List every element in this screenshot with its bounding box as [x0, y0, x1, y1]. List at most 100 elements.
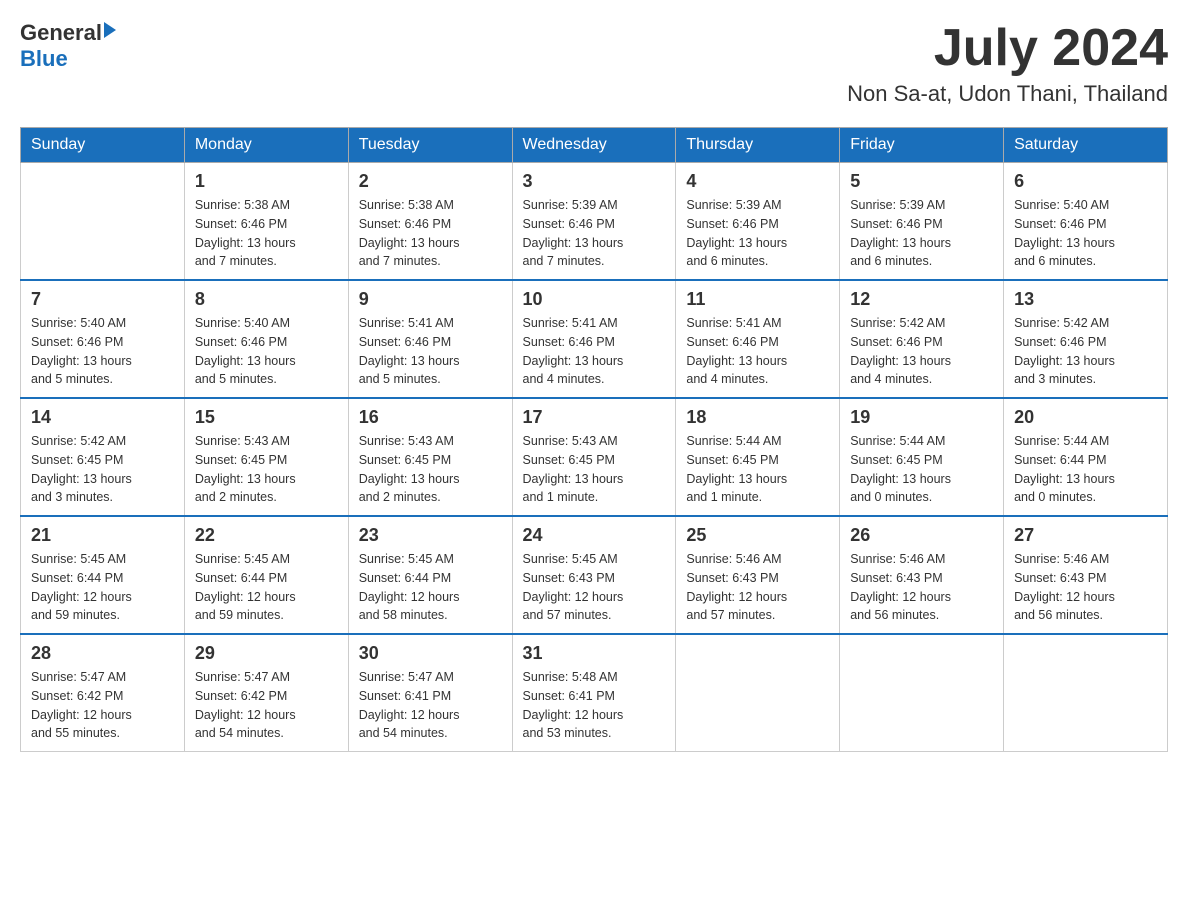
calendar-cell [676, 634, 840, 752]
weekday-header-row: SundayMondayTuesdayWednesdayThursdayFrid… [21, 128, 1168, 163]
day-info: Sunrise: 5:45 AM Sunset: 6:44 PM Dayligh… [195, 550, 338, 625]
day-info: Sunrise: 5:43 AM Sunset: 6:45 PM Dayligh… [359, 432, 502, 507]
week-row-3: 14 Sunrise: 5:42 AM Sunset: 6:45 PM Dayli… [21, 398, 1168, 516]
logo: General Blue [20, 20, 116, 72]
day-number: 20 [1014, 407, 1157, 428]
weekday-header-monday: Monday [184, 128, 348, 163]
day-number: 19 [850, 407, 993, 428]
calendar-cell: 12 Sunrise: 5:42 AM Sunset: 6:46 PM Dayli… [840, 280, 1004, 398]
calendar-cell [840, 634, 1004, 752]
day-number: 8 [195, 289, 338, 310]
calendar-cell: 31 Sunrise: 5:48 AM Sunset: 6:41 PM Dayli… [512, 634, 676, 752]
calendar-cell: 10Sunrise: 5:41 AM Sunset: 6:46 PM Dayli… [512, 280, 676, 398]
week-row-5: 28Sunrise: 5:47 AM Sunset: 6:42 PM Dayli… [21, 634, 1168, 752]
day-info: Sunrise: 5:44 AM Sunset: 6:45 PM Dayligh… [686, 432, 829, 507]
calendar-cell: 8 Sunrise: 5:40 AM Sunset: 6:46 PM Daylig… [184, 280, 348, 398]
day-number: 12 [850, 289, 993, 310]
day-info: Sunrise: 5:40 AM Sunset: 6:46 PM Dayligh… [1014, 196, 1157, 271]
calendar-cell: 19 Sunrise: 5:44 AM Sunset: 6:45 PM Dayli… [840, 398, 1004, 516]
week-row-4: 21 Sunrise: 5:45 AM Sunset: 6:44 PM Dayli… [21, 516, 1168, 634]
calendar-cell: 2 Sunrise: 5:38 AM Sunset: 6:46 PM Daylig… [348, 163, 512, 281]
calendar-cell: 17 Sunrise: 5:43 AM Sunset: 6:45 PM Dayli… [512, 398, 676, 516]
calendar-cell: 24Sunrise: 5:45 AM Sunset: 6:43 PM Dayli… [512, 516, 676, 634]
calendar-cell: 29 Sunrise: 5:47 AM Sunset: 6:42 PM Dayli… [184, 634, 348, 752]
day-number: 11 [686, 289, 829, 310]
calendar-cell: 27 Sunrise: 5:46 AM Sunset: 6:43 PM Dayli… [1004, 516, 1168, 634]
calendar-cell: 4 Sunrise: 5:39 AM Sunset: 6:46 PM Daylig… [676, 163, 840, 281]
day-number: 6 [1014, 171, 1157, 192]
logo-blue-text: Blue [20, 46, 68, 72]
day-number: 9 [359, 289, 502, 310]
calendar-cell: 5 Sunrise: 5:39 AM Sunset: 6:46 PM Daylig… [840, 163, 1004, 281]
week-row-2: 7 Sunrise: 5:40 AM Sunset: 6:46 PM Daylig… [21, 280, 1168, 398]
calendar-cell: 21 Sunrise: 5:45 AM Sunset: 6:44 PM Dayli… [21, 516, 185, 634]
day-number: 3 [523, 171, 666, 192]
day-info: Sunrise: 5:43 AM Sunset: 6:45 PM Dayligh… [523, 432, 666, 507]
weekday-header-tuesday: Tuesday [348, 128, 512, 163]
day-info: Sunrise: 5:46 AM Sunset: 6:43 PM Dayligh… [850, 550, 993, 625]
logo-general-text: General [20, 20, 102, 46]
day-info: Sunrise: 5:43 AM Sunset: 6:45 PM Dayligh… [195, 432, 338, 507]
day-number: 22 [195, 525, 338, 546]
day-number: 26 [850, 525, 993, 546]
day-info: Sunrise: 5:42 AM Sunset: 6:46 PM Dayligh… [1014, 314, 1157, 389]
day-number: 24 [523, 525, 666, 546]
calendar-cell: 16 Sunrise: 5:43 AM Sunset: 6:45 PM Dayli… [348, 398, 512, 516]
day-number: 21 [31, 525, 174, 546]
day-info: Sunrise: 5:38 AM Sunset: 6:46 PM Dayligh… [359, 196, 502, 271]
calendar-cell: 30Sunrise: 5:47 AM Sunset: 6:41 PM Dayli… [348, 634, 512, 752]
day-number: 2 [359, 171, 502, 192]
day-info: Sunrise: 5:44 AM Sunset: 6:45 PM Dayligh… [850, 432, 993, 507]
day-number: 29 [195, 643, 338, 664]
day-number: 27 [1014, 525, 1157, 546]
day-info: Sunrise: 5:40 AM Sunset: 6:46 PM Dayligh… [195, 314, 338, 389]
day-number: 23 [359, 525, 502, 546]
day-number: 25 [686, 525, 829, 546]
page-header: General Blue July 2024 Non Sa-at, Udon T… [20, 20, 1168, 107]
day-number: 14 [31, 407, 174, 428]
day-info: Sunrise: 5:46 AM Sunset: 6:43 PM Dayligh… [1014, 550, 1157, 625]
weekday-header-friday: Friday [840, 128, 1004, 163]
calendar-cell [21, 163, 185, 281]
day-info: Sunrise: 5:42 AM Sunset: 6:46 PM Dayligh… [850, 314, 993, 389]
day-number: 31 [523, 643, 666, 664]
calendar-cell: 18 Sunrise: 5:44 AM Sunset: 6:45 PM Dayli… [676, 398, 840, 516]
calendar-cell: 22 Sunrise: 5:45 AM Sunset: 6:44 PM Dayli… [184, 516, 348, 634]
day-info: Sunrise: 5:48 AM Sunset: 6:41 PM Dayligh… [523, 668, 666, 743]
day-number: 17 [523, 407, 666, 428]
calendar-cell: 3 Sunrise: 5:39 AM Sunset: 6:46 PM Daylig… [512, 163, 676, 281]
day-number: 13 [1014, 289, 1157, 310]
calendar-cell: 26 Sunrise: 5:46 AM Sunset: 6:43 PM Dayli… [840, 516, 1004, 634]
day-number: 15 [195, 407, 338, 428]
day-info: Sunrise: 5:41 AM Sunset: 6:46 PM Dayligh… [359, 314, 502, 389]
day-info: Sunrise: 5:39 AM Sunset: 6:46 PM Dayligh… [523, 196, 666, 271]
calendar-cell: 11 Sunrise: 5:41 AM Sunset: 6:46 PM Dayli… [676, 280, 840, 398]
week-row-1: 1Sunrise: 5:38 AM Sunset: 6:46 PM Daylig… [21, 163, 1168, 281]
day-info: Sunrise: 5:39 AM Sunset: 6:46 PM Dayligh… [850, 196, 993, 271]
calendar-cell [1004, 634, 1168, 752]
calendar-cell: 7Sunrise: 5:40 AM Sunset: 6:46 PM Daylig… [21, 280, 185, 398]
day-number: 4 [686, 171, 829, 192]
weekday-header-thursday: Thursday [676, 128, 840, 163]
calendar-cell: 14 Sunrise: 5:42 AM Sunset: 6:45 PM Dayli… [21, 398, 185, 516]
day-info: Sunrise: 5:47 AM Sunset: 6:42 PM Dayligh… [195, 668, 338, 743]
calendar-table: SundayMondayTuesdayWednesdayThursdayFrid… [20, 127, 1168, 752]
calendar-cell: 13 Sunrise: 5:42 AM Sunset: 6:46 PM Dayli… [1004, 280, 1168, 398]
day-number: 5 [850, 171, 993, 192]
day-info: Sunrise: 5:42 AM Sunset: 6:45 PM Dayligh… [31, 432, 174, 507]
day-info: Sunrise: 5:41 AM Sunset: 6:46 PM Dayligh… [523, 314, 666, 389]
calendar-cell: 28Sunrise: 5:47 AM Sunset: 6:42 PM Dayli… [21, 634, 185, 752]
day-info: Sunrise: 5:39 AM Sunset: 6:46 PM Dayligh… [686, 196, 829, 271]
calendar-cell: 15 Sunrise: 5:43 AM Sunset: 6:45 PM Dayli… [184, 398, 348, 516]
day-info: Sunrise: 5:38 AM Sunset: 6:46 PM Dayligh… [195, 196, 338, 271]
day-number: 16 [359, 407, 502, 428]
day-info: Sunrise: 5:41 AM Sunset: 6:46 PM Dayligh… [686, 314, 829, 389]
title-section: July 2024 Non Sa-at, Udon Thani, Thailan… [847, 20, 1168, 107]
calendar-cell: 23Sunrise: 5:45 AM Sunset: 6:44 PM Dayli… [348, 516, 512, 634]
day-number: 18 [686, 407, 829, 428]
day-info: Sunrise: 5:44 AM Sunset: 6:44 PM Dayligh… [1014, 432, 1157, 507]
day-info: Sunrise: 5:45 AM Sunset: 6:44 PM Dayligh… [31, 550, 174, 625]
calendar-cell: 1Sunrise: 5:38 AM Sunset: 6:46 PM Daylig… [184, 163, 348, 281]
calendar-cell: 20 Sunrise: 5:44 AM Sunset: 6:44 PM Dayli… [1004, 398, 1168, 516]
day-number: 7 [31, 289, 174, 310]
